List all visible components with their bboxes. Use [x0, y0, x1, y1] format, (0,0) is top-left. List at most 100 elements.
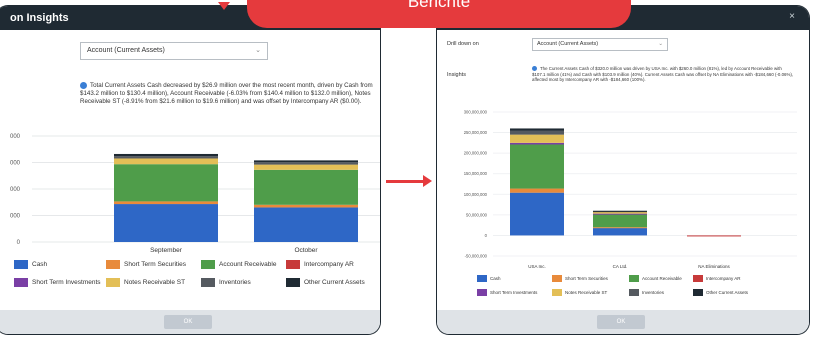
bar-segment[interactable]: [510, 130, 564, 135]
bar-segment[interactable]: [593, 210, 647, 212]
legend-label: Inventories: [219, 279, 251, 286]
legend-item[interactable]: Short Term Securities: [552, 275, 608, 282]
legend-item[interactable]: Cash: [477, 275, 501, 282]
close-icon[interactable]: ×: [789, 11, 795, 22]
legend-item[interactable]: Account Receivable: [201, 260, 276, 269]
legend-swatch: [106, 260, 120, 269]
legend-item[interactable]: Notes Receivable ST: [552, 289, 607, 296]
legend-item[interactable]: Cash: [14, 260, 47, 269]
legend-item[interactable]: Intercompany AR: [693, 275, 741, 282]
insights-dialog-before: on Insights Account (Current Assets) ⌄ T…: [0, 6, 380, 334]
bar-segment[interactable]: [254, 169, 358, 205]
bar-segment[interactable]: [254, 207, 358, 242]
banner-pointer: [218, 2, 230, 10]
y-tick-label: 000: [10, 187, 21, 193]
legend-swatch: [14, 260, 28, 269]
legend-item[interactable]: Other Current Assets: [693, 289, 748, 296]
legend-swatch: [201, 278, 215, 287]
legend-swatch: [693, 289, 703, 296]
bar-segment[interactable]: [254, 160, 358, 163]
bar-segment[interactable]: [510, 134, 564, 143]
bar-segment[interactable]: [254, 204, 358, 208]
legend-label: Inventories: [642, 290, 665, 295]
legend-label: Other Current Assets: [706, 290, 749, 295]
bar-segment[interactable]: [114, 164, 218, 202]
legend-item[interactable]: Short Term Securities: [106, 260, 186, 269]
y-tick-label: 250,000,000: [464, 130, 488, 135]
bar-segment[interactable]: [593, 211, 647, 214]
x-category-label: October: [294, 247, 318, 254]
legend-swatch: [629, 289, 639, 296]
speaker-icon[interactable]: [80, 82, 87, 89]
drill-down-dropdown-value: Account (Current Assets): [537, 41, 599, 47]
bar-segment[interactable]: [254, 162, 358, 165]
legend-swatch: [106, 278, 120, 287]
y-tick-label: 150,000,000: [464, 171, 488, 176]
chevron-down-icon: ⌄: [255, 47, 261, 54]
bar-segment[interactable]: [114, 201, 218, 205]
insights-label: Insights: [447, 72, 466, 78]
legend-item[interactable]: Intercompany AR: [286, 260, 354, 269]
bar-segment[interactable]: [510, 192, 564, 236]
bar-segment[interactable]: [114, 153, 218, 157]
bar-segment[interactable]: [254, 164, 358, 170]
legend-swatch: [201, 260, 215, 269]
bar-segment[interactable]: [687, 235, 741, 237]
chevron-down-icon: ⌄: [658, 41, 663, 47]
x-category-label: September: [150, 247, 183, 254]
bar-segment[interactable]: [593, 214, 647, 228]
legend-swatch: [693, 275, 703, 282]
legend-label: Notes Receivable ST: [124, 279, 186, 286]
drill-down-dropdown[interactable]: Account (Current Assets) ⌄: [532, 38, 668, 51]
transition-arrow-head: [423, 175, 432, 187]
legend-label: Cash: [32, 261, 48, 268]
legend-label: Short Term Investments: [490, 290, 538, 295]
legend-swatch: [477, 275, 487, 282]
dialog-footer: OK: [0, 310, 380, 334]
insights-dialog-after: × Drill down on Account (Current Assets)…: [437, 6, 809, 334]
y-tick-label: 300,000,000: [464, 110, 488, 115]
legend-label: Intercompany AR: [706, 276, 741, 281]
legend-item[interactable]: Short Term Investments: [477, 289, 537, 296]
legend-swatch: [477, 289, 487, 296]
legend-label: Intercompany AR: [304, 261, 354, 268]
bar-segment[interactable]: [114, 204, 218, 242]
bar-segment[interactable]: [114, 156, 218, 159]
ok-button[interactable]: OK: [597, 315, 645, 329]
x-category-label: USA Inc.: [528, 264, 546, 269]
y-tick-label: 0: [17, 240, 21, 246]
insight-paragraph: Total Current Assets Cash decreased by $…: [80, 82, 373, 105]
y-tick-label: 000: [10, 161, 21, 167]
bar-segment[interactable]: [593, 227, 647, 229]
banner-label: Berichte: [407, 0, 471, 11]
legend-item[interactable]: Account Receivable: [629, 275, 682, 282]
legend-swatch: [552, 275, 562, 282]
legend-label: Short Term Investments: [32, 279, 101, 286]
legend-swatch: [14, 278, 28, 287]
legend-label: Other Current Assets: [304, 279, 365, 286]
bar-segment[interactable]: [593, 228, 647, 236]
legend-item[interactable]: Short Term Investments: [14, 278, 101, 287]
ok-button[interactable]: OK: [164, 315, 212, 329]
bar-segment[interactable]: [114, 158, 218, 165]
legend-swatch: [552, 289, 562, 296]
y-tick-label: 000: [10, 134, 21, 140]
legend-item[interactable]: Inventories: [201, 278, 251, 287]
bar-segment[interactable]: [510, 144, 564, 189]
transition-arrow: [386, 180, 424, 183]
stacked-bar-chart: 0000000000000September October: [10, 134, 380, 254]
y-tick-label: -50,000,000: [465, 254, 488, 259]
bar-segment[interactable]: [510, 188, 564, 193]
legend-item[interactable]: Notes Receivable ST: [106, 278, 185, 287]
bar-segment[interactable]: [593, 213, 647, 215]
account-dropdown[interactable]: Account (Current Assets) ⌄: [80, 42, 268, 60]
insight-paragraph: The Current Assets Cash of $320.0 millio…: [532, 66, 794, 82]
bar-segment[interactable]: [510, 128, 564, 131]
legend-item[interactable]: Inventories: [629, 289, 664, 296]
drill-down-label: Drill down on: [447, 41, 479, 47]
legend-item[interactable]: Other Current Assets: [286, 278, 365, 287]
legend-swatch: [286, 278, 300, 287]
bar-segment[interactable]: [510, 142, 564, 145]
y-tick-label: 100,000,000: [464, 192, 488, 197]
y-tick-label: 0: [485, 233, 488, 238]
